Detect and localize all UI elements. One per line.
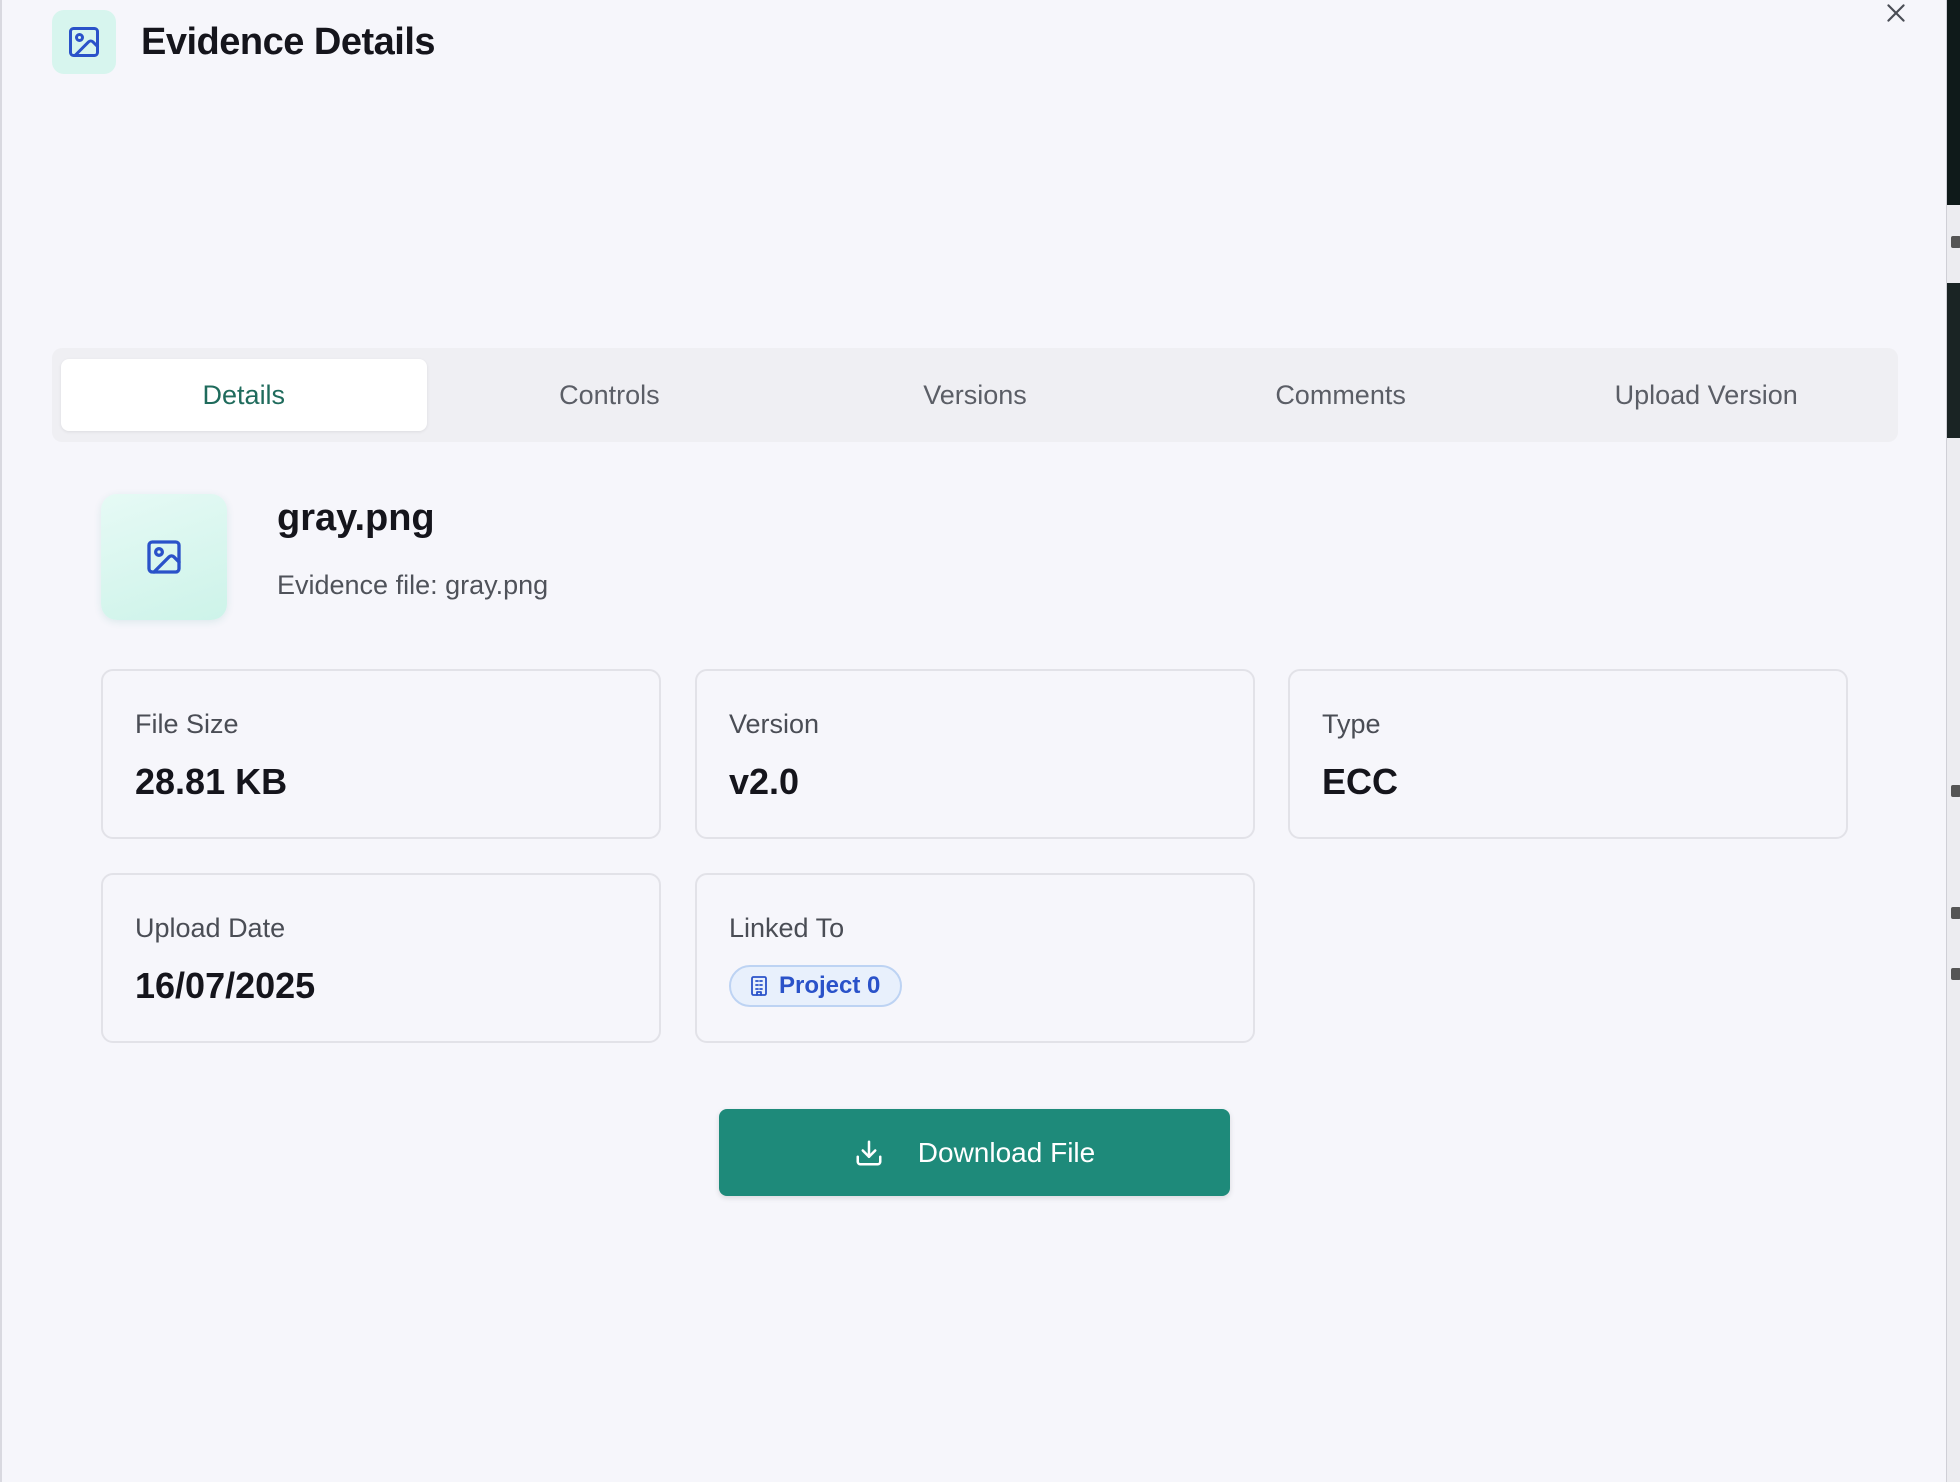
background-panel xyxy=(1947,0,1960,205)
close-icon xyxy=(1887,4,1905,22)
image-icon xyxy=(147,540,181,574)
type-value: ECC xyxy=(1322,761,1399,802)
version-card: Version v2.0 xyxy=(695,669,1255,839)
version-label: Version xyxy=(729,709,820,739)
file-size-value: 28.81 KB xyxy=(135,761,288,802)
file-size-label: File Size xyxy=(135,709,239,739)
tab-details[interactable]: Details xyxy=(61,359,427,431)
type-label: Type xyxy=(1322,709,1381,739)
tab-controls[interactable]: Controls xyxy=(427,359,793,431)
upload-date-value: 16/07/2025 xyxy=(135,965,316,1006)
upload-date-card: Upload Date 16/07/2025 xyxy=(101,873,661,1043)
building-icon xyxy=(751,976,767,996)
version-value: v2.0 xyxy=(729,761,800,802)
tab-upload-version[interactable]: Upload Version xyxy=(1523,359,1889,431)
upload-date-label: Upload Date xyxy=(135,913,286,943)
tab-bar: Details Controls Versions Comments Uploa… xyxy=(52,348,1898,442)
dialog-title: Evidence Details xyxy=(141,20,436,63)
linked-to-card: Linked To Project 0 xyxy=(695,873,1255,1043)
download-icon xyxy=(856,1140,882,1165)
project-badge-label: Project 0 xyxy=(779,972,881,999)
linked-to-label: Linked To xyxy=(729,913,845,943)
project-badge[interactable]: Project 0 xyxy=(729,965,903,1007)
file-description: Evidence file: gray.png xyxy=(277,570,549,600)
close-button[interactable] xyxy=(1880,0,1912,26)
download-file-button[interactable]: Download File xyxy=(719,1109,1230,1196)
download-file-label: Download File xyxy=(917,1136,1096,1168)
background-panel xyxy=(1947,283,1960,438)
file-thumbnail xyxy=(101,494,227,620)
background-glyph xyxy=(1951,907,1960,919)
file-name: gray.png xyxy=(277,497,435,539)
background-glyph xyxy=(1951,236,1960,248)
dialog-header: Evidence Details xyxy=(52,10,436,74)
image-icon xyxy=(52,10,116,74)
type-card: Type ECC xyxy=(1288,669,1848,839)
background-glyph xyxy=(1951,968,1960,980)
background-glyph xyxy=(1951,785,1960,797)
background-page-edge xyxy=(1946,0,1960,1482)
file-size-card: File Size 28.81 KB xyxy=(101,669,661,839)
evidence-details-dialog: Evidence Details Details Controls Versio… xyxy=(0,0,1946,1482)
tab-versions[interactable]: Versions xyxy=(792,359,1158,431)
tab-comments[interactable]: Comments xyxy=(1158,359,1524,431)
